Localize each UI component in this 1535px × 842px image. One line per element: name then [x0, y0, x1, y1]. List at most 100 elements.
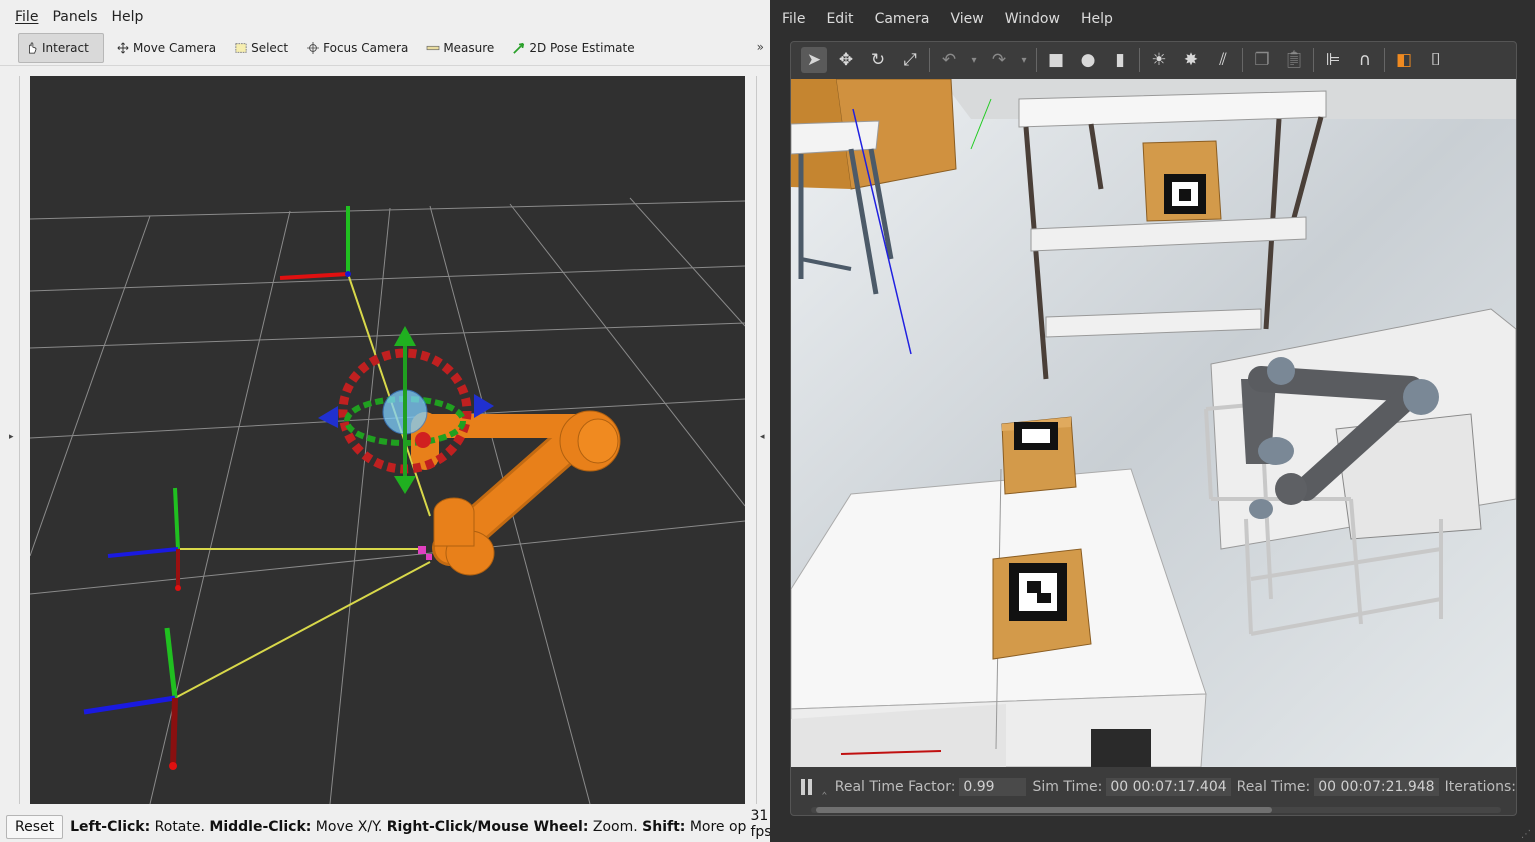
move-camera-tool-label: Move Camera — [133, 40, 217, 55]
fps-counter: 31 fps — [750, 808, 772, 840]
view-angle-icon[interactable]: ◧ — [1391, 47, 1417, 73]
rviz-status-bar: Reset Left-Click: Rotate. Middle-Click: … — [0, 808, 772, 842]
focus-camera-tool-button[interactable]: Focus Camera — [300, 33, 414, 63]
box-shape-icon[interactable]: ■ — [1043, 47, 1069, 73]
real-time-label: Real Time: — [1236, 779, 1311, 795]
step-icon[interactable]: ‸ — [822, 779, 827, 795]
crosshair-icon — [307, 41, 320, 54]
interact-tool-label: Interact — [42, 40, 89, 55]
gazebo-stats-row: ‸ Real Time Factor: 0.99 Sim Time: 00 00… — [791, 777, 1516, 797]
ur-robot-model — [411, 410, 621, 576]
real-time-factor-value: 0.99 — [959, 778, 1027, 796]
ground-grid — [30, 197, 745, 804]
mouse-help-text: Left-Click: Rotate. Middle-Click: Move X… — [70, 819, 746, 835]
toolbar-separator — [1242, 48, 1243, 72]
gazebo-menu-view[interactable]: View — [951, 11, 984, 27]
redo-dropdown-icon[interactable]: ▾ — [1018, 47, 1030, 73]
gazebo-menu-camera[interactable]: Camera — [875, 11, 930, 27]
expand-left-icon: ▸ — [9, 432, 14, 442]
gazebo-3d-scene[interactable] — [791, 79, 1516, 767]
left-click-action: Rotate. — [150, 819, 210, 835]
real-time-value: 00 00:07:21.948 — [1314, 778, 1439, 796]
shift-key: Shift: — [642, 819, 686, 835]
gazebo-menu-window[interactable]: Window — [1005, 11, 1060, 27]
pose-estimate-tool-label: 2D Pose Estimate — [529, 40, 635, 55]
reset-button[interactable]: Reset — [6, 815, 64, 839]
left-click-key: Left-Click: — [70, 819, 151, 835]
gazebo-window: File Edit Camera View Window Help ➤ ✥ ↻ … — [770, 0, 1535, 842]
focus-camera-tool-label: Focus Camera — [323, 40, 409, 55]
spot-light-icon[interactable]: ✸ — [1178, 47, 1204, 73]
move-camera-tool-button[interactable]: Move Camera — [110, 33, 222, 63]
stats-scrollbar[interactable] — [816, 807, 1272, 813]
right-click-action: Zoom. — [588, 819, 643, 835]
scale-icon[interactable]: ⤢ — [897, 47, 923, 73]
sphere-shape-icon[interactable]: ● — [1075, 47, 1101, 73]
select-tool-label: Select — [251, 40, 289, 55]
rviz-menubar: File Panels Help — [0, 6, 770, 28]
magnet-icon[interactable]: ∩ — [1352, 47, 1378, 73]
select-arrow-icon[interactable]: ➤ — [801, 47, 827, 73]
right-click-key: Right-Click/Mouse Wheel: — [386, 819, 589, 835]
undo-icon[interactable]: ↶ — [936, 47, 962, 73]
select-tool-button[interactable]: Select — [228, 33, 294, 63]
pause-icon[interactable] — [801, 779, 812, 795]
middle-click-action: Move X/Y. — [311, 819, 387, 835]
iterations-label: Iterations: — [1444, 779, 1516, 795]
tf-frame-world — [279, 206, 351, 280]
translate-icon[interactable]: ✥ — [833, 47, 859, 73]
rviz-menu-help[interactable]: Help — [112, 9, 144, 25]
rviz-window: File Panels Help Interact Move Camera Se… — [0, 0, 772, 842]
paste-icon[interactable]: 📋︎ — [1281, 47, 1307, 73]
rviz-3d-viewport[interactable] — [30, 76, 745, 804]
toolbar-separator — [1384, 48, 1385, 72]
gazebo-world — [791, 79, 1516, 767]
pose-estimate-tool-button[interactable]: 2D Pose Estimate — [506, 33, 640, 63]
gazebo-menu-help[interactable]: Help — [1081, 11, 1113, 27]
gazebo-bottom-bar: ‸ Real Time Factor: 0.99 Sim Time: 00 00… — [791, 769, 1516, 815]
rviz-menu-panels[interactable]: Panels — [52, 9, 97, 25]
resize-grip-icon[interactable]: ⋰ — [1521, 829, 1531, 840]
interact-tool-button[interactable]: Interact — [18, 32, 104, 63]
hand-cursor-icon — [29, 41, 37, 54]
measure-tool-label: Measure — [443, 40, 495, 55]
ruler-icon — [426, 45, 440, 50]
gazebo-toolbar: ➤ ✥ ↻ ⤢ ↶ ▾ ↷ ▾ ■ ● ▮ ☀ ✸ ⫽ ❐ 📋︎ ⊫ ∩ ◧ ⌷ — [791, 42, 1516, 78]
selection-box-icon — [235, 42, 247, 53]
shift-action: More op — [685, 819, 747, 835]
rviz-menu-file[interactable]: File — [15, 9, 38, 25]
expand-right-icon: ◂ — [760, 432, 765, 442]
sim-time-label: Sim Time: — [1032, 779, 1103, 795]
toolbar-separator — [1313, 48, 1314, 72]
toolbar-separator — [929, 48, 930, 72]
undo-dropdown-icon[interactable]: ▾ — [968, 47, 980, 73]
directional-light-icon[interactable]: ⫽ — [1210, 47, 1236, 73]
toolbar-overflow-button[interactable]: » — [757, 40, 764, 54]
camera-icon[interactable]: ⌷ — [1423, 47, 1449, 73]
tf-frame-left — [107, 487, 181, 591]
real-time-factor-label: Real Time Factor: — [834, 779, 956, 795]
toolbar-separator — [1036, 48, 1037, 72]
move-arrows-icon — [117, 42, 129, 53]
redo-icon[interactable]: ↷ — [986, 47, 1012, 73]
gazebo-menu-file[interactable]: File — [782, 11, 805, 27]
interactive-marker[interactable] — [318, 326, 494, 494]
copy-icon[interactable]: ❐ — [1249, 47, 1275, 73]
rviz-toolbar: Interact Move Camera Select Focus Camera… — [0, 30, 770, 66]
right-dock-splitter[interactable]: ◂ — [756, 76, 768, 804]
green-arrow-icon — [513, 42, 525, 54]
tf-link-lines — [174, 273, 431, 699]
sim-time-value: 00 00:07:17.404 — [1106, 778, 1231, 796]
middle-click-key: Middle-Click: — [209, 819, 312, 835]
cylinder-shape-icon[interactable]: ▮ — [1107, 47, 1133, 73]
gazebo-render-panel: ➤ ✥ ↻ ⤢ ↶ ▾ ↷ ▾ ■ ● ▮ ☀ ✸ ⫽ ❐ 📋︎ ⊫ ∩ ◧ ⌷ — [790, 41, 1517, 816]
gazebo-menubar: File Edit Camera View Window Help — [770, 6, 1535, 32]
gazebo-menu-edit[interactable]: Edit — [826, 11, 853, 27]
measure-tool-button[interactable]: Measure — [420, 33, 500, 63]
rotate-icon[interactable]: ↻ — [865, 47, 891, 73]
point-light-icon[interactable]: ☀ — [1146, 47, 1172, 73]
align-icon[interactable]: ⊫ — [1320, 47, 1346, 73]
rviz-scene — [30, 197, 745, 804]
left-dock-splitter[interactable]: ▸ — [6, 76, 20, 804]
toolbar-separator — [1139, 48, 1140, 72]
